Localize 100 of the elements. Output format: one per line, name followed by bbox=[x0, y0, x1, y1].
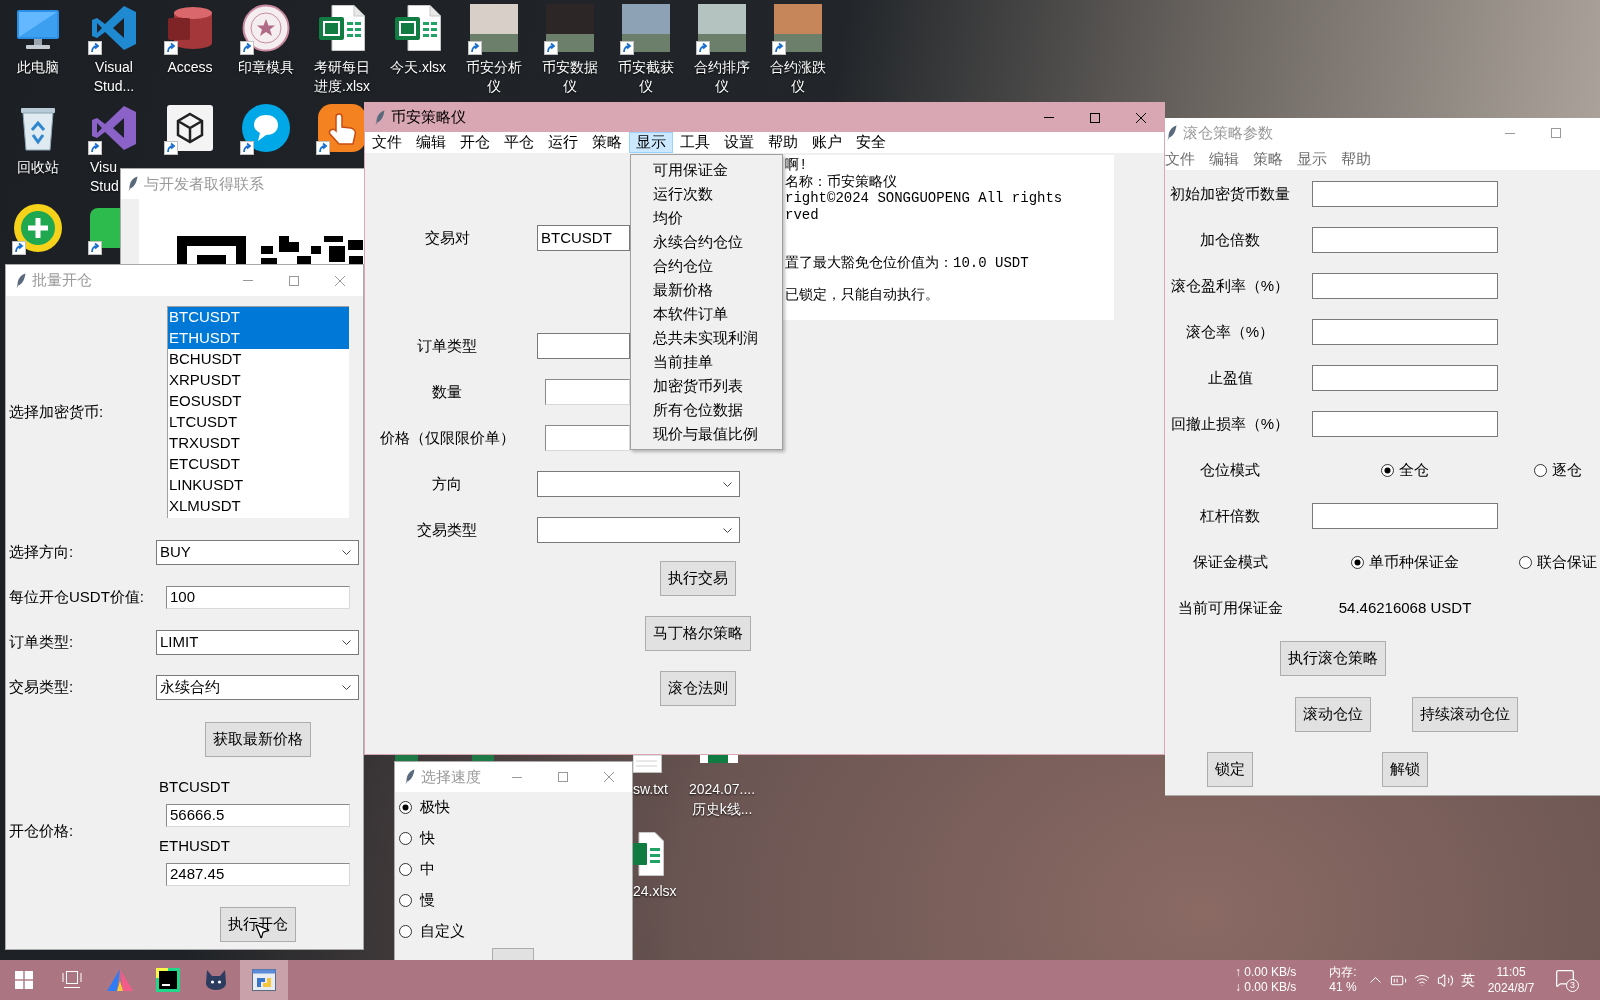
action-button[interactable]: 马丁格尔策略 bbox=[645, 616, 751, 651]
wifi-icon[interactable] bbox=[1413, 972, 1430, 988]
radio-icon[interactable] bbox=[399, 894, 412, 907]
cube-icon[interactable] bbox=[166, 104, 214, 152]
radio-icon[interactable] bbox=[399, 925, 412, 938]
menu-item[interactable]: 文件 bbox=[365, 132, 409, 153]
menu-item[interactable]: 现价与最值比例 bbox=[631, 422, 782, 446]
input-field[interactable] bbox=[1312, 411, 1498, 437]
chat-bubble-icon[interactable] bbox=[242, 104, 290, 152]
ribbon-icon[interactable] bbox=[90, 104, 138, 152]
maximize-icon[interactable] bbox=[1090, 112, 1100, 123]
action-button[interactable]: 解锁 bbox=[1382, 752, 1428, 787]
minimize-icon[interactable] bbox=[1505, 132, 1515, 134]
list-box[interactable]: BTCUSDT ETHUSDT BCHUSDT XRPUSDT EOSUSDT LTCUSDT TRXUSDT ETCUSDT LINKUSDT XLMUSDT bbox=[167, 306, 349, 518]
menu-item[interactable]: 加密货币列表 bbox=[631, 374, 782, 398]
chevron-down-icon[interactable] bbox=[342, 550, 351, 555]
radio-option[interactable]: 自定义 bbox=[399, 920, 465, 943]
menu-item[interactable]: 工具 bbox=[673, 132, 717, 153]
menu-item[interactable]: 运行次数 bbox=[631, 182, 782, 206]
dropdown-field[interactable] bbox=[537, 333, 630, 359]
menu-item[interactable]: 合约仓位 bbox=[631, 254, 782, 278]
list-item[interactable]: BCHUSDT bbox=[168, 349, 349, 370]
input-field[interactable]: 56666.5 bbox=[166, 804, 350, 827]
radio-icon[interactable] bbox=[1533, 463, 1547, 477]
app-window-icon[interactable] bbox=[252, 969, 276, 991]
menu-item[interactable]: 帮助 bbox=[761, 132, 805, 153]
partial-tile-icon[interactable] bbox=[472, 755, 494, 761]
menu-item[interactable]: 账户 bbox=[805, 132, 849, 153]
dropdown-field[interactable] bbox=[537, 471, 740, 497]
radio-option[interactable]: 全仓 bbox=[1381, 458, 1429, 482]
action-button[interactable]: 获取最新价格 bbox=[204, 722, 311, 757]
action-button[interactable]: 持续滚动仓位 bbox=[1412, 697, 1518, 732]
menu-item[interactable]: 可用保证金 bbox=[631, 158, 782, 182]
square-tile-icon[interactable] bbox=[156, 968, 180, 992]
input-field[interactable]: 100 bbox=[166, 586, 350, 609]
menu-item[interactable]: 总共未实现利润 bbox=[631, 326, 782, 350]
input-field[interactable] bbox=[1312, 503, 1498, 529]
chevron-down-icon[interactable] bbox=[723, 481, 732, 487]
action-button[interactable]: 滚仓法则 bbox=[660, 671, 736, 706]
input-field[interactable] bbox=[1312, 319, 1498, 345]
radio-icon[interactable] bbox=[1351, 555, 1364, 569]
input-field[interactable] bbox=[1312, 181, 1498, 207]
stamp-icon[interactable] bbox=[242, 4, 290, 52]
chevron-down-icon[interactable] bbox=[723, 527, 732, 533]
menu-item[interactable]: 均价 bbox=[631, 206, 782, 230]
menu-item[interactable]: 开仓 bbox=[453, 132, 497, 153]
menu-item[interactable]: 帮助 bbox=[1341, 147, 1371, 171]
chevron-down-icon[interactable] bbox=[342, 685, 351, 690]
plus-circle-icon[interactable] bbox=[14, 204, 62, 252]
menu-item[interactable]: 文件 bbox=[1165, 147, 1195, 171]
input-field[interactable] bbox=[1312, 365, 1498, 391]
spreadsheet-icon[interactable] bbox=[633, 832, 664, 876]
list-item[interactable]: EOSUSDT bbox=[168, 391, 349, 412]
dropdown-field[interactable] bbox=[537, 517, 740, 543]
radio-option[interactable]: 单币种保证金 bbox=[1351, 550, 1459, 574]
dropdown-field[interactable]: 永续合约 bbox=[156, 675, 359, 700]
pointing-hand-icon[interactable] bbox=[318, 104, 366, 152]
radio-option[interactable]: 逐仓 bbox=[1533, 458, 1582, 482]
chevron-up-icon[interactable] bbox=[1369, 977, 1381, 983]
thumbnail-photo[interactable] bbox=[698, 4, 746, 52]
input-field[interactable] bbox=[545, 425, 630, 451]
radio-option[interactable]: 慢 bbox=[399, 889, 435, 912]
menu-item[interactable]: 安全 bbox=[849, 132, 893, 153]
speaker-icon[interactable] bbox=[1436, 971, 1454, 989]
menu-item[interactable]: 编辑 bbox=[1209, 147, 1239, 171]
action-button[interactable]: 执行交易 bbox=[660, 561, 736, 596]
partial-tile-icon[interactable] bbox=[395, 755, 418, 761]
menu-item[interactable]: 编辑 bbox=[409, 132, 453, 153]
dropdown-field[interactable]: BUY bbox=[156, 540, 359, 565]
chevron-down-icon[interactable] bbox=[342, 640, 351, 645]
action-button[interactable]: 锁定 bbox=[1207, 752, 1253, 787]
radio-icon[interactable] bbox=[399, 863, 412, 876]
input-field[interactable] bbox=[1312, 227, 1498, 253]
thumbnail-photo[interactable] bbox=[622, 4, 670, 52]
menu-item[interactable]: 本软件订单 bbox=[631, 302, 782, 326]
input-field[interactable] bbox=[1312, 273, 1498, 299]
thumbnail-photo[interactable] bbox=[546, 4, 594, 52]
minimize-icon[interactable] bbox=[512, 776, 522, 778]
action-button[interactable]: 执行滚仓策略 bbox=[1279, 641, 1386, 676]
list-item[interactable]: XLMUSDT bbox=[168, 496, 349, 517]
menu-item[interactable]: 所有仓位数据 bbox=[631, 398, 782, 422]
spreadsheet-icon[interactable] bbox=[394, 4, 442, 52]
ribbon-icon[interactable] bbox=[90, 4, 138, 52]
radio-option[interactable]: 中 bbox=[399, 858, 435, 881]
radio-option[interactable]: 极快 bbox=[399, 796, 450, 819]
input-method-indicator[interactable]: 英 bbox=[1461, 969, 1475, 991]
thumbnail-photo[interactable] bbox=[774, 4, 822, 52]
input-field[interactable]: 2487.45 bbox=[166, 863, 350, 886]
spreadsheet-icon[interactable] bbox=[318, 4, 366, 52]
radio-icon[interactable] bbox=[399, 801, 412, 814]
dropdown-field[interactable]: BTCUSDT bbox=[537, 225, 630, 251]
menu-item[interactable]: 运行 bbox=[541, 132, 585, 153]
database-icon[interactable] bbox=[166, 4, 214, 52]
task-view-icon[interactable] bbox=[62, 971, 82, 989]
triangle-logo-icon[interactable] bbox=[107, 969, 133, 991]
list-item[interactable]: LTCUSDT bbox=[168, 412, 349, 433]
list-item[interactable]: XRPUSDT bbox=[168, 370, 349, 391]
radio-icon[interactable] bbox=[1381, 463, 1394, 477]
action-button[interactable]: 滚动仓位 bbox=[1294, 697, 1371, 732]
menu-item[interactable]: 显示 bbox=[629, 132, 673, 153]
